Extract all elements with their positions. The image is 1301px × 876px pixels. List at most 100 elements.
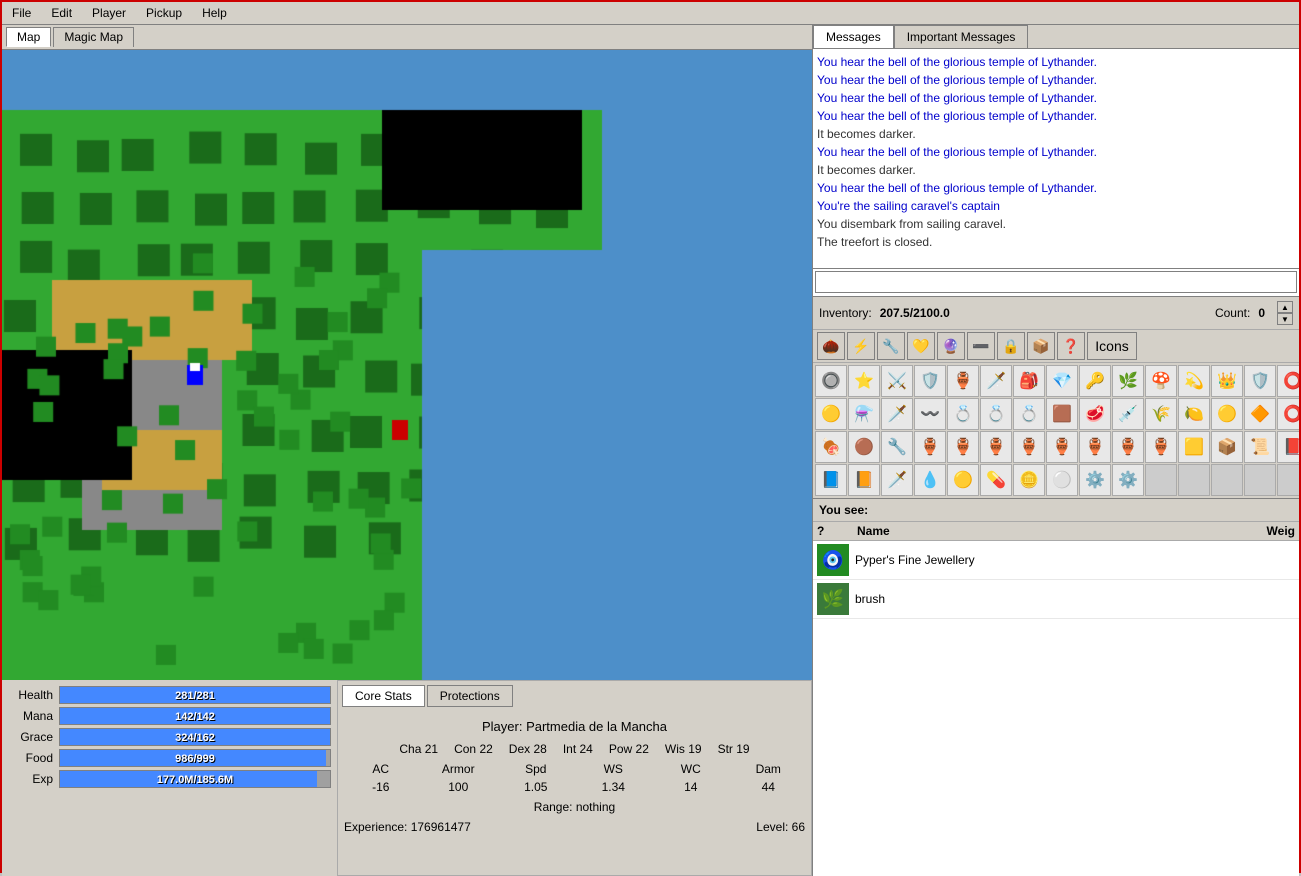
- health-value: 281/281: [60, 687, 330, 705]
- inv-cell-23[interactable]: 🟫: [1046, 398, 1078, 430]
- inv-filter-icon-4[interactable]: 🔮: [937, 332, 965, 360]
- inv-cell-36[interactable]: 🏺: [947, 431, 979, 463]
- inv-cell-3[interactable]: 🛡️: [914, 365, 946, 397]
- inv-cell-0[interactable]: 🔘: [815, 365, 847, 397]
- inv-cell-29[interactable]: 🔶: [1244, 398, 1276, 430]
- inv-cell-24[interactable]: 🥩: [1079, 398, 1111, 430]
- message-tabs: Messages Important Messages: [813, 25, 1299, 49]
- inv-cell-58[interactable]: [1145, 464, 1177, 496]
- inv-cell-6[interactable]: 🎒: [1013, 365, 1045, 397]
- inv-cell-50[interactable]: 🗡️: [881, 464, 913, 496]
- inv-filter-icon-5[interactable]: ➖: [967, 332, 995, 360]
- inv-cell-59[interactable]: [1178, 464, 1210, 496]
- inv-filter-icon-6[interactable]: 🔒: [997, 332, 1025, 360]
- inv-cell-4[interactable]: 🏺: [947, 365, 979, 397]
- inv-cell-38[interactable]: 🏺: [1013, 431, 1045, 463]
- inv-filter-icon-3[interactable]: 💛: [907, 332, 935, 360]
- inventory-count: 0: [1258, 306, 1265, 320]
- inv-cell-32[interactable]: 🍖: [815, 431, 847, 463]
- exp-line: Experience: 176961477 Level: 66: [344, 820, 805, 834]
- tab-messages[interactable]: Messages: [813, 25, 894, 48]
- inv-cell-42[interactable]: 🏺: [1145, 431, 1177, 463]
- inv-cell-40[interactable]: 🏺: [1079, 431, 1111, 463]
- game-map[interactable]: [2, 50, 812, 680]
- inv-cell-8[interactable]: 🔑: [1079, 365, 1111, 397]
- inv-cell-16[interactable]: 🟡: [815, 398, 847, 430]
- inv-cell-52[interactable]: 🟡: [947, 464, 979, 496]
- inv-cell-2[interactable]: ⚔️: [881, 365, 913, 397]
- inv-cell-11[interactable]: 💫: [1178, 365, 1210, 397]
- inv-cell-45[interactable]: 📜: [1244, 431, 1276, 463]
- inv-cell-54[interactable]: 🪙: [1013, 464, 1045, 496]
- inv-cell-62[interactable]: [1277, 464, 1299, 496]
- inv-cell-27[interactable]: 🍋: [1178, 398, 1210, 430]
- inv-filter-icon-1[interactable]: ⚡: [847, 332, 875, 360]
- inv-cell-49[interactable]: 📙: [848, 464, 880, 496]
- inv-cell-41[interactable]: 🏺: [1112, 431, 1144, 463]
- command-input[interactable]: [815, 271, 1297, 293]
- inv-cell-57[interactable]: ⚙️: [1112, 464, 1144, 496]
- tab-important-messages[interactable]: Important Messages: [894, 25, 1029, 48]
- inv-cell-25[interactable]: 💉: [1112, 398, 1144, 430]
- inv-cell-51[interactable]: 💧: [914, 464, 946, 496]
- inv-filter-icon-8[interactable]: ❓: [1057, 332, 1085, 360]
- inv-cell-26[interactable]: 🌾: [1145, 398, 1177, 430]
- inv-cell-10[interactable]: 🍄: [1145, 365, 1177, 397]
- see-item-1[interactable]: 🌿brush: [813, 580, 1299, 619]
- inv-icons-toggle[interactable]: Icons: [1087, 332, 1137, 360]
- tab-protections[interactable]: Protections: [427, 685, 513, 707]
- inv-cell-34[interactable]: 🔧: [881, 431, 913, 463]
- menu-pickup[interactable]: Pickup: [140, 4, 188, 22]
- inv-cell-19[interactable]: 〰️: [914, 398, 946, 430]
- right-panel: Messages Important Messages You hear the…: [812, 25, 1299, 876]
- experience-display: Experience: 176961477: [344, 820, 471, 834]
- inv-cell-55[interactable]: ⚪: [1046, 464, 1078, 496]
- inv-cell-39[interactable]: 🏺: [1046, 431, 1078, 463]
- menu-file[interactable]: File: [6, 4, 37, 22]
- menu-bar: File Edit Player Pickup Help: [2, 2, 1299, 25]
- scroll-up-btn[interactable]: ▲: [1277, 301, 1293, 313]
- inv-cell-56[interactable]: ⚙️: [1079, 464, 1111, 496]
- inv-cell-61[interactable]: [1244, 464, 1276, 496]
- inv-cell-21[interactable]: 💍: [980, 398, 1012, 430]
- inv-cell-43[interactable]: 🟨: [1178, 431, 1210, 463]
- inv-cell-14[interactable]: ⭕: [1277, 365, 1299, 397]
- inv-filter-icon-0[interactable]: 🌰: [817, 332, 845, 360]
- inv-cell-30[interactable]: ⭕: [1277, 398, 1299, 430]
- combat-label-armor: Armor: [422, 762, 496, 776]
- grace-row: Grace 324/162: [8, 728, 331, 746]
- inv-cell-35[interactable]: 🏺: [914, 431, 946, 463]
- inv-cell-20[interactable]: 💍: [947, 398, 979, 430]
- menu-edit[interactable]: Edit: [45, 4, 78, 22]
- inv-cell-28[interactable]: 🟡: [1211, 398, 1243, 430]
- inv-cell-22[interactable]: 💍: [1013, 398, 1045, 430]
- inv-cell-46[interactable]: 📕: [1277, 431, 1299, 463]
- inv-cell-53[interactable]: 💊: [980, 464, 1012, 496]
- menu-player[interactable]: Player: [86, 4, 132, 22]
- tab-map[interactable]: Map: [6, 27, 51, 47]
- tab-core-stats[interactable]: Core Stats: [342, 685, 425, 707]
- inv-cell-5[interactable]: 🗡️: [980, 365, 1012, 397]
- message-line: You hear the bell of the glorious temple…: [817, 71, 1295, 89]
- inv-cell-7[interactable]: 💎: [1046, 365, 1078, 397]
- inventory-label: Inventory:: [819, 306, 872, 320]
- see-item-0[interactable]: 🧿Pyper's Fine Jewellery: [813, 541, 1299, 580]
- inv-cell-48[interactable]: 📘: [815, 464, 847, 496]
- inv-cell-44[interactable]: 📦: [1211, 431, 1243, 463]
- inv-filter-icon-7[interactable]: 📦: [1027, 332, 1055, 360]
- inv-cell-13[interactable]: 🛡️: [1244, 365, 1276, 397]
- messages-area[interactable]: You hear the bell of the glorious temple…: [813, 49, 1299, 269]
- inv-cell-37[interactable]: 🏺: [980, 431, 1012, 463]
- menu-help[interactable]: Help: [196, 4, 233, 22]
- grace-label: Grace: [8, 730, 53, 744]
- inv-cell-17[interactable]: ⚗️: [848, 398, 880, 430]
- scroll-down-btn[interactable]: ▼: [1277, 313, 1293, 325]
- inv-cell-60[interactable]: [1211, 464, 1243, 496]
- inv-cell-33[interactable]: 🟤: [848, 431, 880, 463]
- inv-cell-9[interactable]: 🌿: [1112, 365, 1144, 397]
- inv-cell-1[interactable]: ⭐: [848, 365, 880, 397]
- inv-filter-icon-2[interactable]: 🔧: [877, 332, 905, 360]
- inv-cell-12[interactable]: 👑: [1211, 365, 1243, 397]
- tab-magic-map[interactable]: Magic Map: [53, 27, 134, 47]
- inv-cell-18[interactable]: 🗡️: [881, 398, 913, 430]
